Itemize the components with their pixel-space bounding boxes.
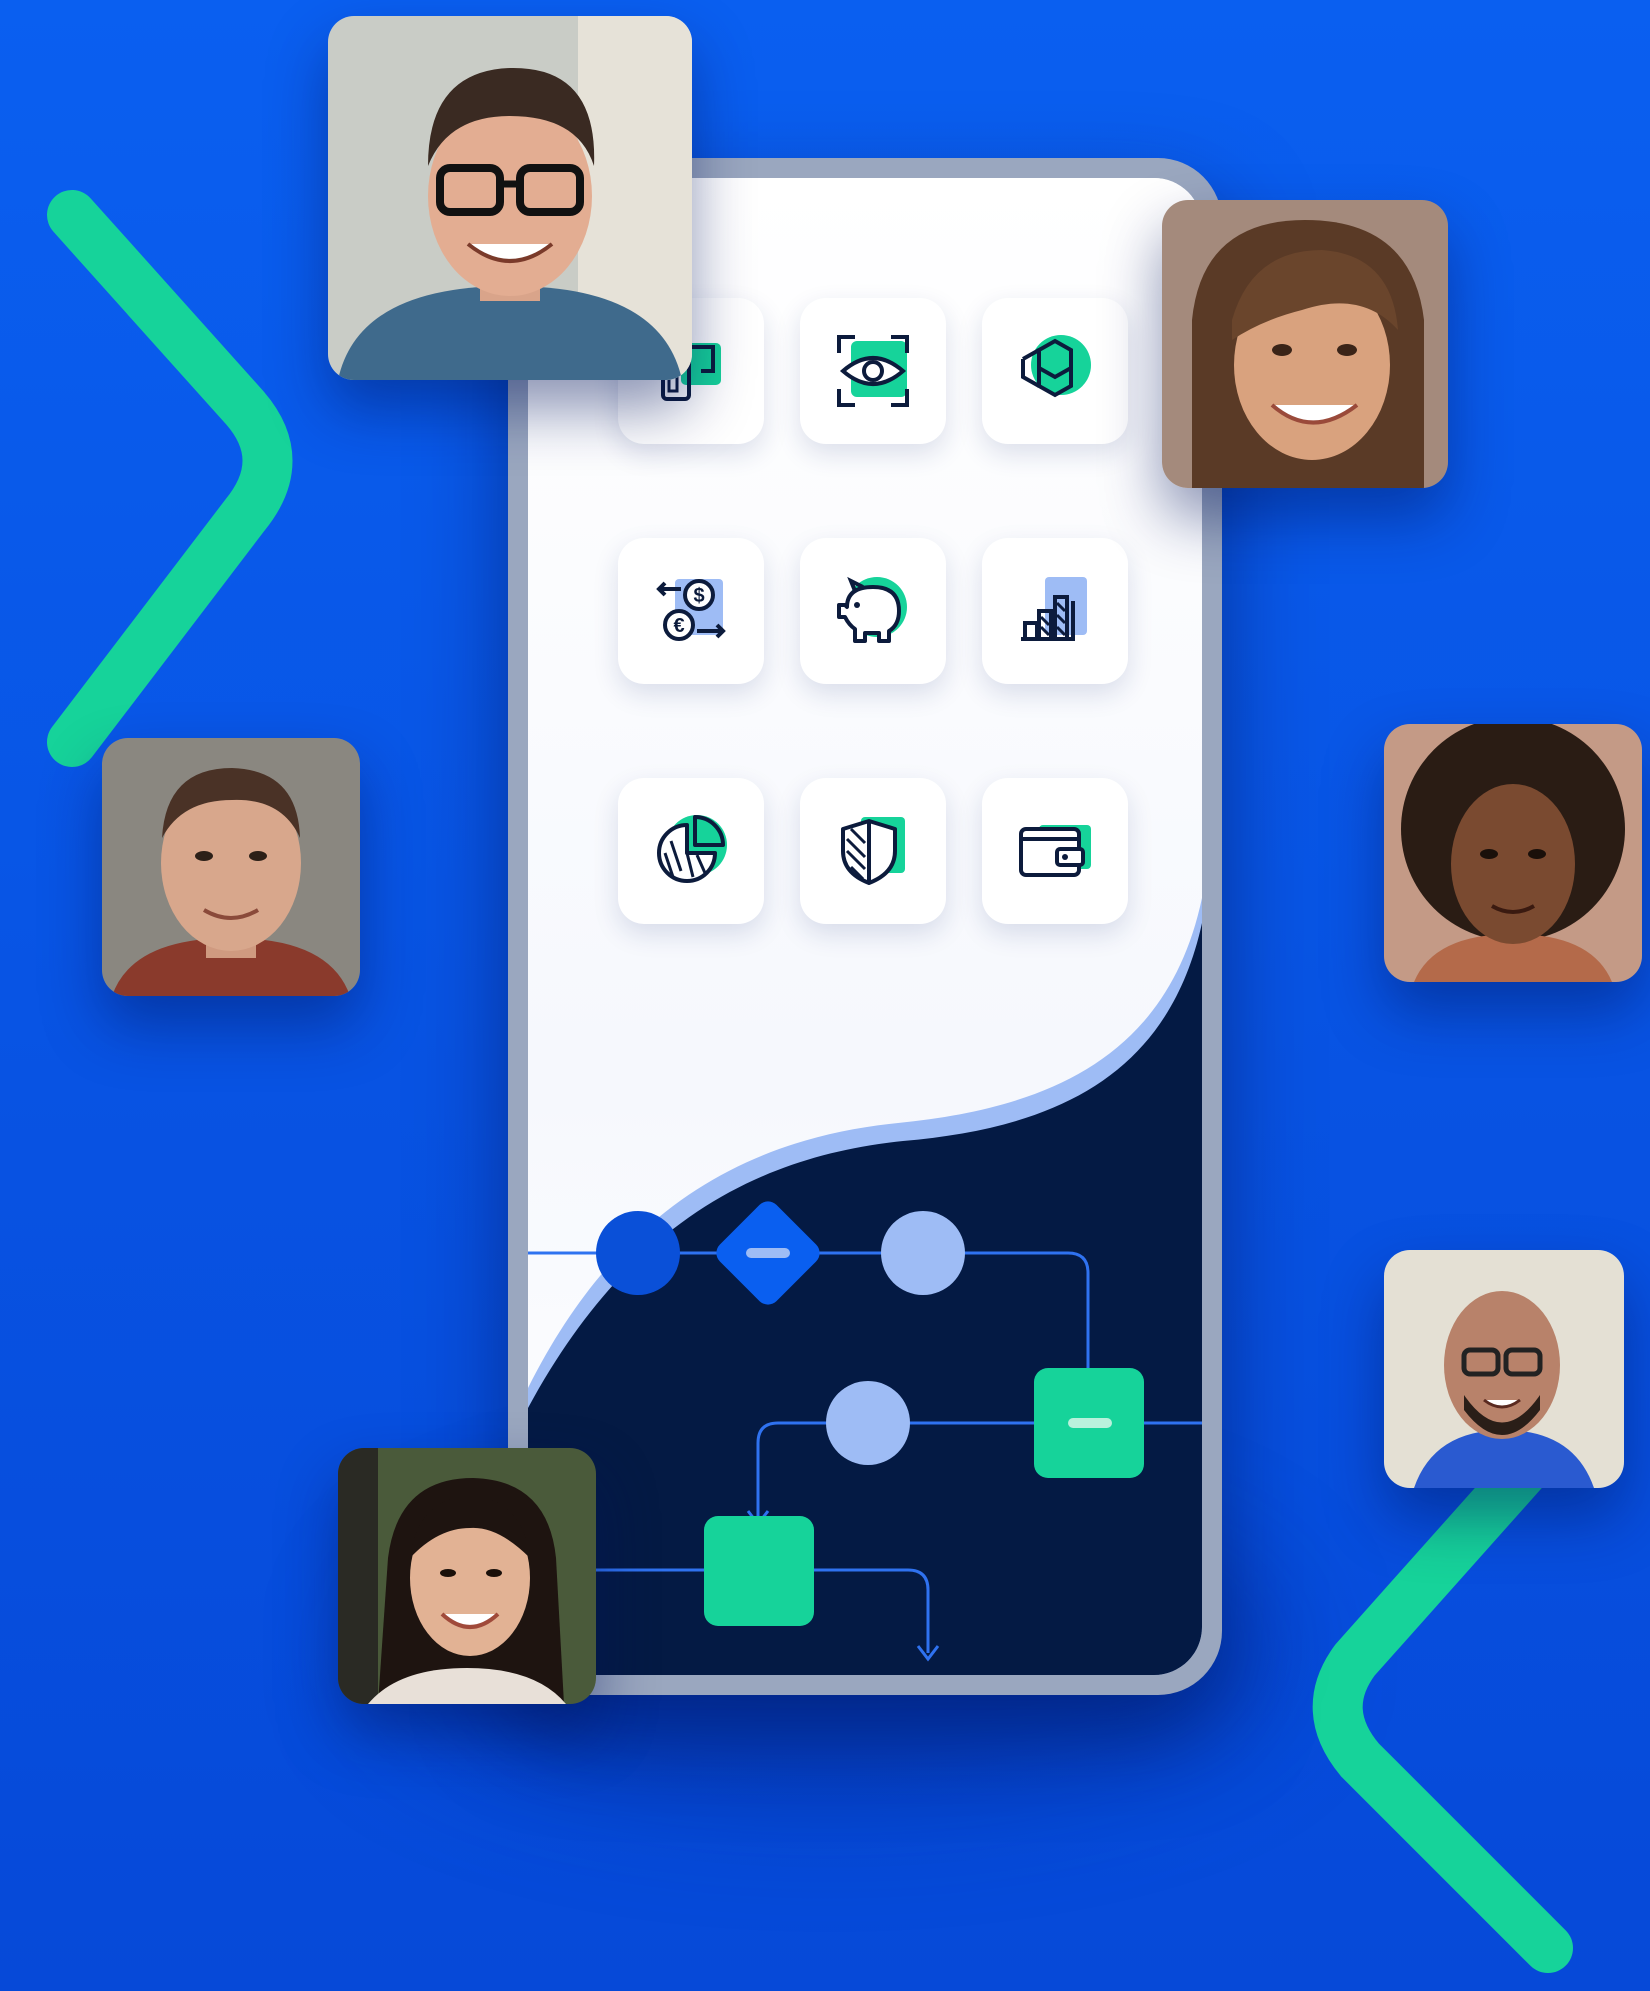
man-with-glasses-photo (328, 16, 692, 380)
flow-node-square (704, 1516, 814, 1626)
chevron-left-icon (1312, 1405, 1585, 1973)
phone-mockup: $ € (508, 158, 1222, 1695)
young-woman-photo (338, 1448, 596, 1704)
man-portrait-photo (102, 738, 360, 996)
chevron-right-icon (47, 190, 293, 767)
phone-screen: $ € (528, 178, 1202, 1675)
workflow-diagram (528, 1201, 1202, 1662)
flow-node-circle (881, 1211, 965, 1295)
curly-hair-woman-photo (1384, 724, 1642, 982)
bald-man-photo (1384, 1250, 1624, 1488)
smiling-woman-photo (1162, 200, 1448, 488)
flow-node-circle (826, 1381, 910, 1465)
flow-node-circle (596, 1211, 680, 1295)
hero-illustration: $ € (0, 0, 1650, 1991)
